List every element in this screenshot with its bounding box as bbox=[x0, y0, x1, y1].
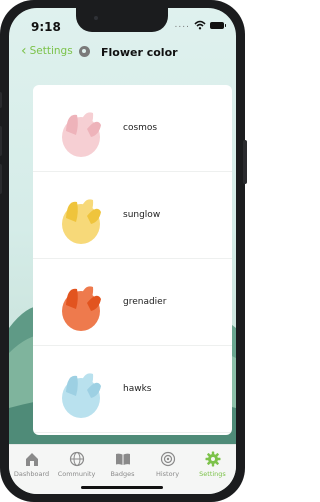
status-icons: .... bbox=[174, 20, 226, 30]
tab-label: History bbox=[155, 470, 180, 478]
flower-name: grenadier bbox=[123, 297, 167, 307]
home-indicator bbox=[81, 486, 163, 489]
target-icon bbox=[160, 451, 175, 467]
home-icon bbox=[25, 453, 38, 466]
tab-settings[interactable]: Settings bbox=[190, 451, 235, 478]
tab-dashboard[interactable]: Dashboard bbox=[9, 451, 54, 478]
app-screen: 9:18 .... ‹ Settings Flower color cosmos… bbox=[9, 8, 236, 494]
flower-color-list: cosmos sunglow grenadier hawks bbox=[33, 85, 232, 435]
tab-history[interactable]: History bbox=[145, 451, 190, 478]
list-item[interactable]: hawks bbox=[33, 346, 232, 433]
tulip-icon bbox=[62, 286, 101, 331]
tab-badges[interactable]: Badges bbox=[100, 451, 145, 478]
back-label: Settings bbox=[29, 45, 73, 57]
page-title: Flower color bbox=[101, 46, 178, 59]
power-button bbox=[243, 140, 247, 184]
back-button[interactable]: ‹ Settings bbox=[21, 44, 90, 58]
list-item[interactable]: sunglow bbox=[33, 172, 232, 259]
battery-icon bbox=[210, 21, 226, 29]
navigation-bar: ‹ Settings Flower color bbox=[9, 40, 236, 66]
list-item[interactable]: cosmos bbox=[33, 85, 232, 172]
status-time: 9:18 bbox=[31, 20, 61, 34]
tab-label: Dashboard bbox=[13, 470, 50, 478]
tulip-icon bbox=[62, 112, 101, 157]
volume-up-button bbox=[0, 126, 2, 156]
flower-name: hawks bbox=[123, 384, 152, 394]
gear-icon bbox=[78, 45, 90, 57]
list-item[interactable]: grenadier bbox=[33, 259, 232, 346]
gear-icon bbox=[205, 451, 220, 467]
chevron-left-icon: ‹ bbox=[21, 43, 27, 59]
signal-icon: .... bbox=[174, 20, 190, 30]
tab-label: Community bbox=[57, 470, 96, 478]
book-icon bbox=[115, 453, 130, 465]
flower-name: cosmos bbox=[123, 123, 158, 133]
volume-down-button bbox=[0, 164, 2, 194]
flower-name: sunglow bbox=[123, 210, 161, 220]
tulip-icon bbox=[62, 199, 101, 244]
tulip-icon bbox=[62, 373, 101, 418]
globe-icon bbox=[69, 451, 84, 467]
camera-notch bbox=[76, 8, 168, 32]
tab-community[interactable]: Community bbox=[54, 451, 99, 478]
tab-label: Badges bbox=[110, 470, 135, 478]
silent-switch bbox=[0, 92, 2, 108]
wifi-icon bbox=[194, 20, 206, 30]
tab-label: Settings bbox=[199, 470, 226, 478]
phone-frame: 9:18 .... ‹ Settings Flower color cosmos… bbox=[0, 0, 247, 502]
